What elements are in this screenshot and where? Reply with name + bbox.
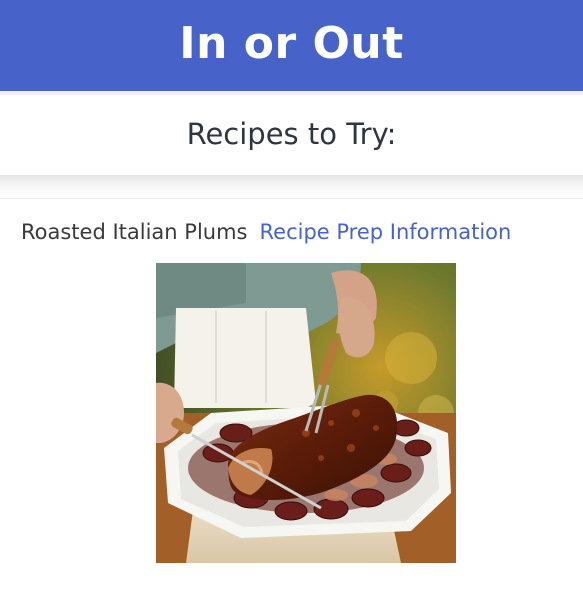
recipe-name: Roasted Italian Plums [21,220,248,244]
recipe-photo-illustration [156,263,456,563]
recipes-subheader: Recipes to Try: [0,91,583,175]
app-title: In or Out [179,18,404,69]
recipe-prep-link[interactable]: Recipe Prep Information [260,220,512,244]
section-title: Recipes to Try: [186,117,397,151]
divider-band [0,175,583,199]
recipe-image [156,263,456,563]
app-header: In or Out [0,0,583,91]
recipe-row: Roasted Italian Plums Recipe Prep Inform… [21,220,511,244]
